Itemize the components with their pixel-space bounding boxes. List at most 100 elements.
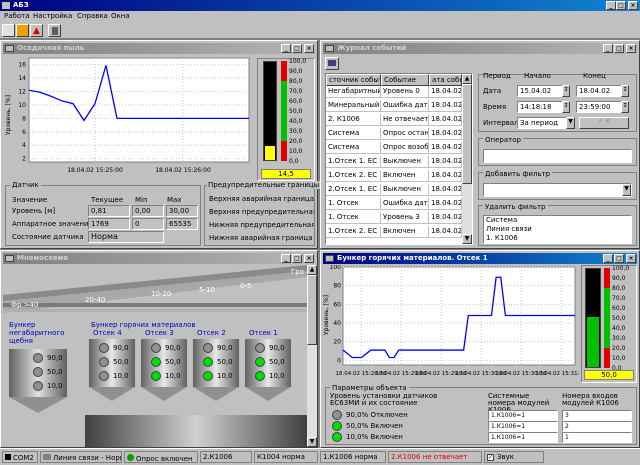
interval-select[interactable]: За период	[517, 117, 567, 129]
log-cell[interactable]: Выключен	[381, 156, 429, 168]
window-dust-close[interactable]: ×	[304, 44, 314, 53]
time-end-spin[interactable]: ↕	[621, 101, 629, 113]
window-log-titlebar[interactable]: Журнал событий _ □ ×	[323, 43, 637, 54]
filter-list[interactable]: Система Линия связи 1. К1006	[483, 215, 632, 244]
y-tick-label: 12	[18, 89, 26, 96]
toolbar-calc-button[interactable]	[2, 24, 15, 37]
log-cell[interactable]: 18.04.02	[429, 156, 462, 168]
log-col-source[interactable]: сточник событи	[326, 74, 381, 86]
log-cell[interactable]: 2.Отсек 1. ЕС	[326, 184, 381, 196]
dust-plot-area	[28, 57, 250, 163]
log-cell[interactable]: 1.Отсек 2. ЕС	[326, 170, 381, 182]
log-cell[interactable]: Включен	[381, 226, 429, 238]
log-col-date[interactable]: ата событ	[429, 74, 462, 86]
log-cell[interactable]: 1.Отсек 1. ЕС	[326, 156, 381, 168]
maximize-button[interactable]: □	[616, 1, 626, 10]
log-scrollbar[interactable]: ▲ ▼	[462, 74, 472, 244]
log-cell[interactable]: Уровень 0	[381, 86, 429, 98]
log-cell[interactable]: Ошибка датч	[381, 198, 429, 210]
mnemo-vscrollbar[interactable]: ▲ ▼	[307, 265, 317, 447]
log-cell[interactable]: Опрос остано	[381, 128, 429, 140]
window-log-close[interactable]: ×	[626, 44, 636, 53]
scroll-thumb[interactable]	[307, 275, 317, 345]
log-cell[interactable]: Минеральный	[326, 100, 381, 112]
window-mnemo-maximize[interactable]: □	[292, 254, 302, 263]
scroll-down-icon[interactable]: ▼	[462, 234, 472, 244]
log-cell[interactable]: 1.Отсек 2. ЕС	[326, 226, 381, 238]
log-cell[interactable]: Не отвечает	[381, 114, 429, 126]
date-end-spin[interactable]: ↕	[621, 85, 629, 97]
menu-work[interactable]: Работа	[4, 12, 29, 20]
scroll-thumb[interactable]	[462, 84, 472, 184]
window-log-maximize[interactable]: □	[614, 44, 624, 53]
time-start-spin[interactable]: ↕	[562, 101, 570, 113]
section-led	[151, 343, 161, 353]
scroll-up-icon[interactable]: ▲	[462, 74, 472, 84]
date-start-input[interactable]: 15.04.02	[517, 85, 563, 97]
log-cell[interactable]: 18.04.02	[429, 212, 462, 224]
log-cell[interactable]: 18.04.02	[429, 142, 462, 154]
log-print-button[interactable]	[325, 57, 339, 70]
log-cell[interactable]: 18.04.02	[429, 86, 462, 98]
window-hot-minimize[interactable]: _	[603, 254, 613, 263]
dust-gauge-tube	[263, 61, 277, 161]
log-table[interactable]: сточник событи Событие ата событ Негабар…	[325, 73, 473, 245]
time-start-input[interactable]: 14:18:18	[517, 101, 563, 113]
window-hot-titlebar[interactable]: Бункер горячих материалов. Отсек 1 _ □ ×	[323, 253, 637, 264]
add-filter-select[interactable]	[483, 183, 632, 197]
time-end-input[interactable]: 23:59:00	[576, 101, 622, 113]
mnemo-canvas: Гро Фр.>40 20-40 10-20 5-10 0-5 Бункер н…	[3, 265, 307, 447]
window-dust-minimize[interactable]: _	[281, 44, 291, 53]
log-cell[interactable]: Включен	[381, 170, 429, 182]
apply-period-button[interactable]: ✓ ⟲	[579, 117, 629, 129]
filter-item[interactable]: 1. К1006	[486, 234, 518, 243]
toolbar-exit-button[interactable]	[48, 24, 61, 37]
menu-help[interactable]: Справка	[77, 12, 108, 20]
log-cell[interactable]: 18.04.02	[429, 226, 462, 238]
window-hot-maximize[interactable]: □	[614, 254, 624, 263]
log-cell[interactable]: 1. Отсек	[326, 198, 381, 210]
toolbar-grid-button[interactable]	[16, 24, 29, 37]
operator-input[interactable]	[483, 149, 632, 163]
close-button[interactable]: ×	[628, 1, 638, 10]
log-cell[interactable]: Опрос возобн	[381, 142, 429, 154]
filter-item[interactable]: Линия связи	[486, 225, 532, 234]
log-cell[interactable]: Система	[326, 142, 381, 154]
filter-item[interactable]: Система	[486, 216, 517, 225]
log-cell[interactable]: Ошибка датчи	[381, 100, 429, 112]
menu-settings[interactable]: Настройка	[33, 12, 72, 20]
window-mnemo-titlebar[interactable]: Мнемосхема _ □ ×	[3, 253, 315, 264]
window-mnemo-minimize[interactable]: _	[281, 254, 291, 263]
add-filter-dropdown-icon[interactable]: ▼	[622, 184, 631, 196]
window-dust-maximize[interactable]: □	[292, 44, 302, 53]
log-col-event[interactable]: Событие	[381, 74, 429, 86]
window-mnemo-close[interactable]: ×	[304, 254, 314, 263]
log-cell[interactable]: Выключен	[381, 184, 429, 196]
log-cell[interactable]: 18.04.02	[429, 100, 462, 112]
interval-dropdown-icon[interactable]: ▼	[566, 117, 575, 129]
log-cell[interactable]: 18.04.02	[429, 198, 462, 210]
log-cell[interactable]: Негабаритный	[326, 86, 381, 98]
log-cell[interactable]: Уровень 3	[381, 212, 429, 224]
window-dust-titlebar[interactable]: Осадочная пыль _ □ ×	[3, 43, 315, 54]
log-cell[interactable]: 18.04.02	[429, 170, 462, 182]
scroll-up-icon[interactable]: ▲	[307, 265, 317, 275]
log-cell[interactable]: 2. К1006	[326, 114, 381, 126]
scroll-down-icon[interactable]: ▼	[307, 437, 317, 447]
log-cell[interactable]: 18.04.02	[429, 114, 462, 126]
log-cell[interactable]: 18.04.02	[429, 184, 462, 196]
date-start-spin[interactable]: ↕	[562, 85, 570, 97]
sound-checkbox[interactable]: ✓	[487, 454, 494, 461]
status-sound[interactable]: ✓ Звук	[484, 451, 544, 463]
date-end-input[interactable]: 18.04.02	[576, 85, 622, 97]
section-led	[255, 357, 265, 367]
gauge-tick-label: 90,0	[612, 275, 626, 282]
window-log-minimize[interactable]: _	[603, 44, 613, 53]
window-hot-close[interactable]: ×	[626, 254, 636, 263]
toolbar-warning-button[interactable]: ▲	[30, 24, 43, 37]
log-cell[interactable]: Система	[326, 128, 381, 140]
minimize-button[interactable]: _	[606, 1, 616, 10]
log-cell[interactable]: 18.04.02	[429, 128, 462, 140]
log-cell[interactable]: 1. Отсек	[326, 212, 381, 224]
menu-windows[interactable]: Окна	[111, 12, 130, 20]
